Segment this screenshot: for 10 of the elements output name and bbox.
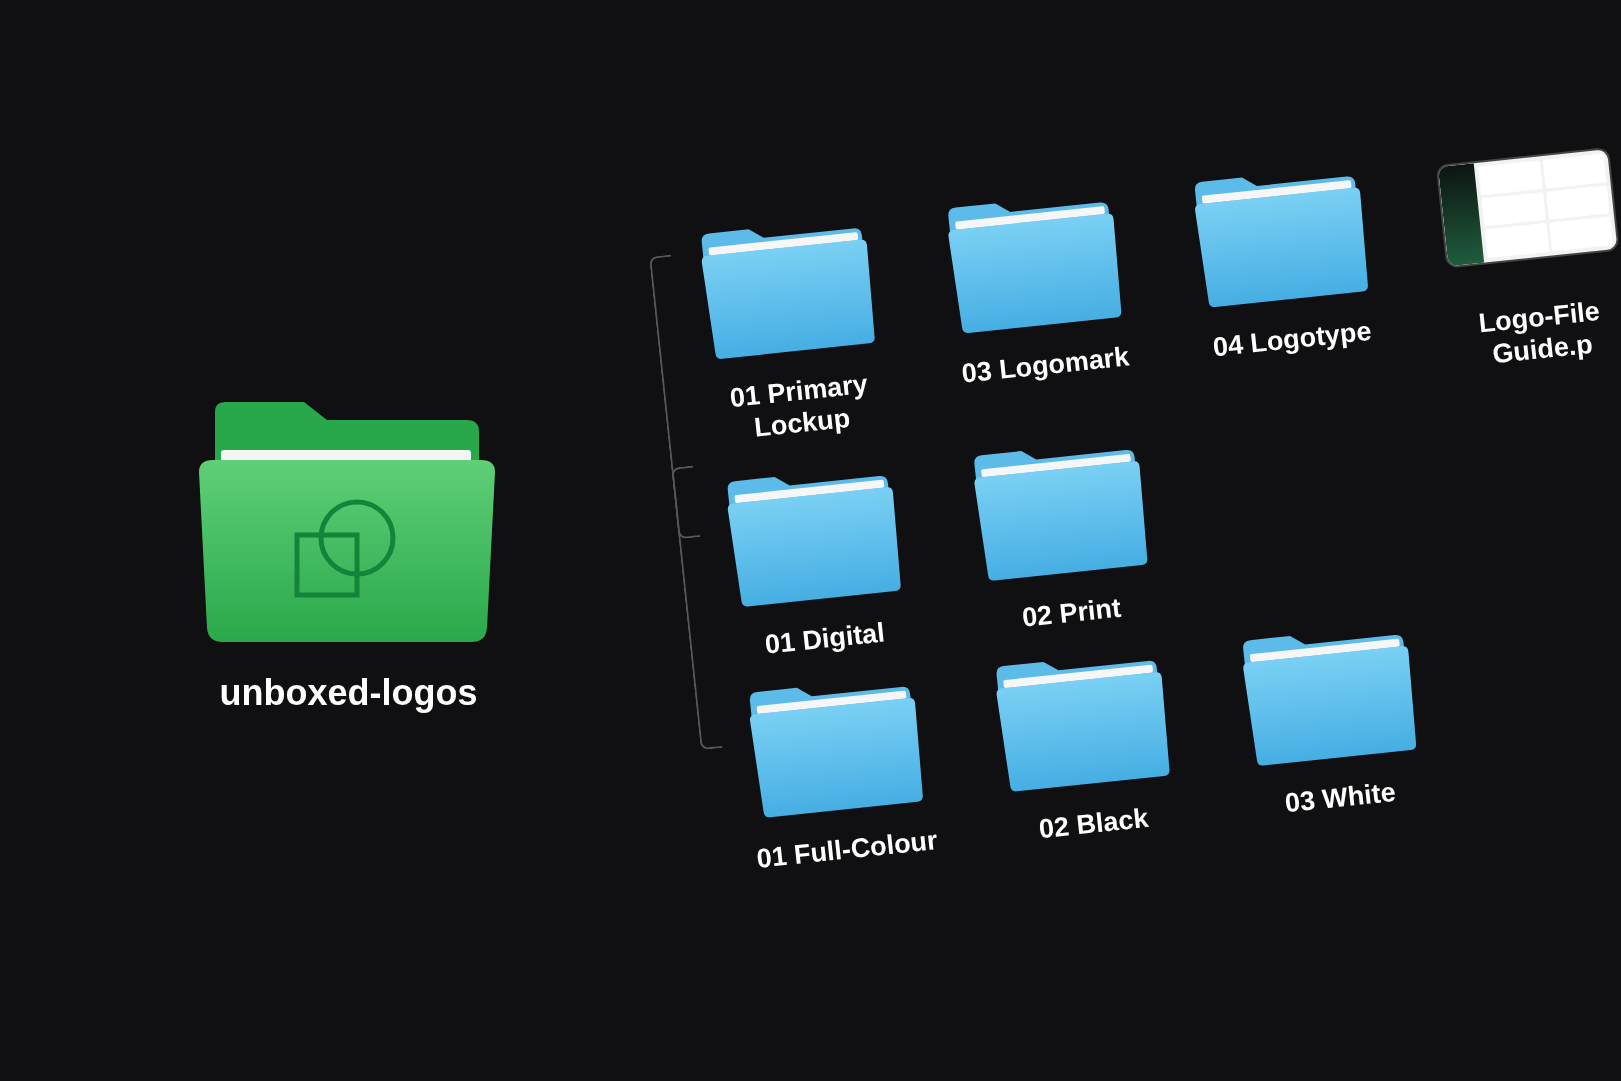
- folder-name: 03 Logomark: [959, 340, 1132, 391]
- folder-name: unboxed-logos: [219, 672, 478, 714]
- folder-name: 01 Full-Colour: [754, 824, 940, 876]
- folder-name: 01 Digital: [762, 616, 888, 662]
- folder-name: 02 Black: [1036, 802, 1151, 847]
- folder-name: 03 White: [1282, 776, 1399, 821]
- folder-name: 01 Primary Lockup: [727, 367, 871, 446]
- folder-name: Logo-File Guide.p: [1476, 294, 1603, 372]
- folder-name: 02 Print: [1019, 591, 1124, 635]
- folder-name: 04 Logotype: [1210, 314, 1374, 365]
